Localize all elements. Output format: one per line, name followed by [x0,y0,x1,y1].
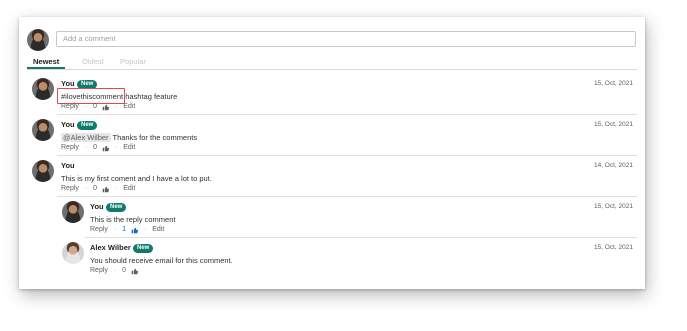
comment-text: hashtag feature [123,92,178,101]
new-badge: New [133,243,154,253]
divider [57,155,637,156]
comment-actions: Reply · 0 · Edit [61,143,136,153]
new-badge: New [106,202,127,212]
comment-date: 15, Oct, 2021 [593,80,633,87]
comments-panel: Newest Oldest Popular You New 15, Oct, 2… [19,17,645,289]
tab-newest[interactable]: Newest [33,57,59,67]
comment-actions: Reply · 0 · Edit [61,184,136,194]
divider [85,237,637,238]
comment-author: You [61,120,75,129]
new-badge: New [77,120,98,130]
thumbs-up-icon[interactable] [102,145,109,152]
avatar [32,119,54,141]
comment-date: 15, Oct, 2021 [593,244,633,251]
thumbs-up-icon[interactable] [102,104,109,111]
comment-date: 14, Oct, 2021 [593,162,633,169]
reply-link[interactable]: Reply [61,143,79,153]
like-count: 0 [122,267,127,274]
like-count: 1 [122,226,127,233]
reply-link[interactable]: Reply [90,225,108,235]
edit-link[interactable]: Edit [123,143,135,153]
thumbs-up-icon[interactable] [131,268,138,275]
comment-actions: Reply · 1 · Edit [90,225,165,235]
comment-author: Alex Wilber [90,243,131,252]
comment-date: 15, Oct, 2021 [593,203,633,210]
avatar [62,201,84,223]
avatar [62,242,84,264]
comment-actions: Reply · 0 · Edit [61,102,136,112]
comment-text: Thanks for the comments [110,133,198,142]
like-count: 0 [93,185,98,192]
add-comment-input[interactable] [56,31,636,47]
sort-tabs: Newest Oldest Popular [27,57,637,70]
edit-link[interactable]: Edit [123,184,135,194]
divider [57,196,637,197]
like-count: 0 [93,103,98,110]
reply-link[interactable]: Reply [61,184,79,194]
active-tab-indicator [27,67,65,69]
comment-author: You [61,161,75,170]
user-mention[interactable]: @Alex Wilber [61,133,111,142]
comment-body: This is the reply comment [90,215,176,224]
thumbs-up-icon[interactable] [102,186,109,193]
comment-body: This is my first coment and I have a lot… [61,174,212,183]
thumbs-up-icon[interactable] [131,227,138,234]
avatar [32,160,54,182]
comment-actions: Reply · 0 [90,266,138,277]
edit-link[interactable]: Edit [123,102,135,112]
tab-popular[interactable]: Popular [120,57,146,67]
reply-link[interactable]: Reply [90,266,108,276]
comment-body: You should receive email for this commen… [90,256,233,265]
comment-body: @Alex Wilber Thanks for the comments [61,133,197,143]
divider [57,114,637,115]
avatar [32,78,54,100]
edit-link[interactable]: Edit [152,225,164,235]
tab-oldest[interactable]: Oldest [82,57,104,67]
comment-date: 15, Oct, 2021 [593,121,633,128]
current-user-avatar [27,29,49,51]
reply-link[interactable]: Reply [61,102,79,112]
like-count: 0 [93,144,98,151]
comment-author: You [90,202,104,211]
